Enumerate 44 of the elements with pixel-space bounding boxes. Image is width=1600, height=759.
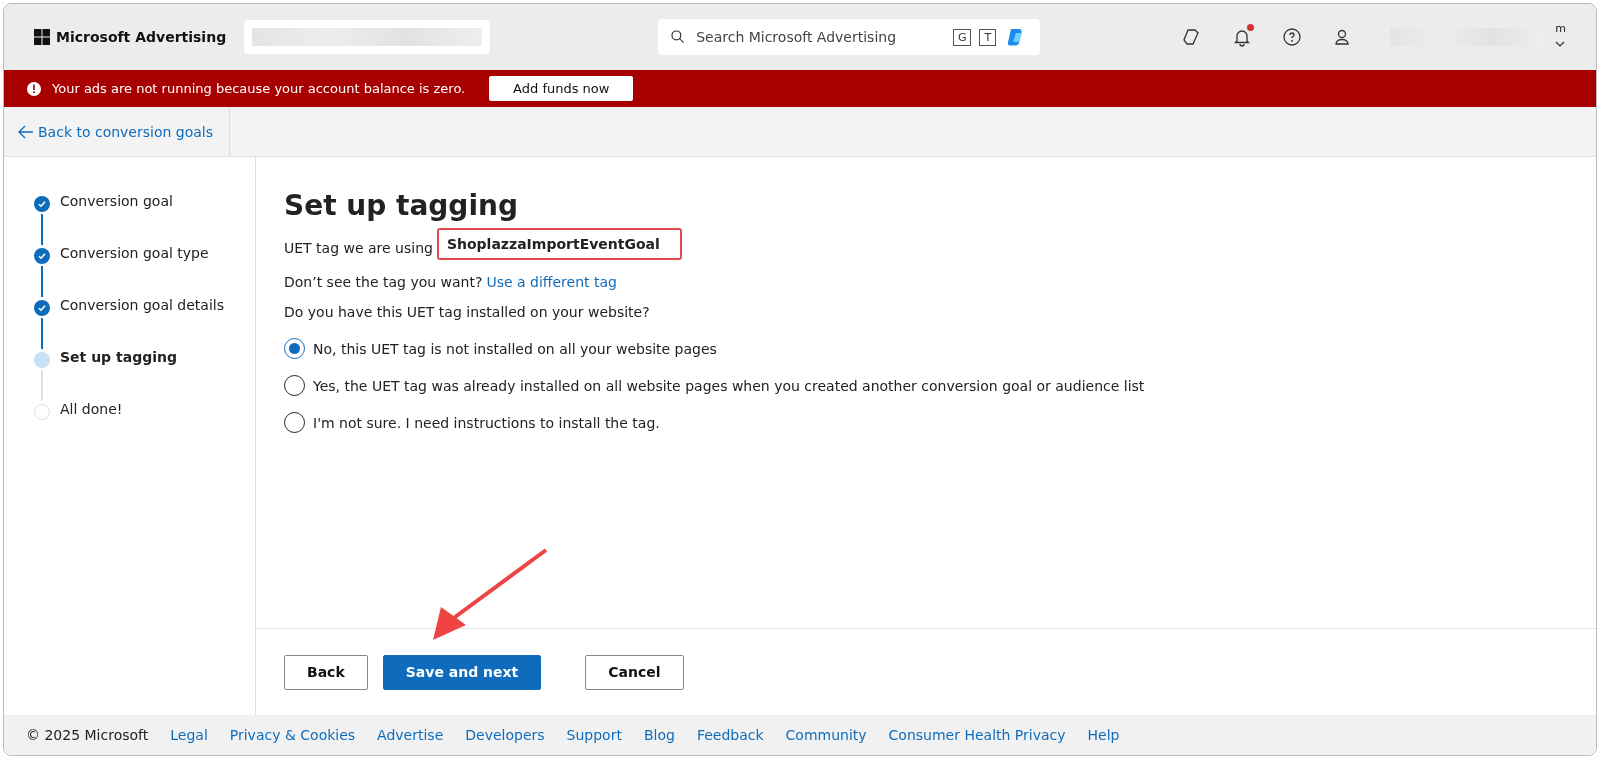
step-label: Set up tagging bbox=[60, 349, 177, 365]
account-initial: m bbox=[1555, 22, 1566, 35]
hint-text: Don’t see the tag you want? bbox=[284, 274, 483, 290]
search-icon bbox=[670, 29, 687, 45]
footer-link[interactable]: Help bbox=[1087, 727, 1120, 743]
notification-bell-icon[interactable] bbox=[1232, 27, 1252, 47]
windows-logo-icon bbox=[34, 29, 50, 45]
add-funds-button[interactable]: Add funds now bbox=[489, 76, 634, 101]
footer-link[interactable]: Feedback bbox=[696, 727, 764, 743]
secondary-button[interactable]: Back bbox=[284, 654, 368, 690]
tag-name: ShoplazzaImportEventGoal bbox=[436, 228, 682, 260]
back-link[interactable]: Back to conversion goals bbox=[4, 107, 231, 156]
brand-logo[interactable]: Microsoft Advertising bbox=[34, 29, 227, 45]
option-label: I'm not sure. I need instructions to install the tag. bbox=[313, 414, 660, 431]
step-label: Conversion goal bbox=[60, 193, 173, 209]
footer-link[interactable]: Privacy & Cookies bbox=[229, 727, 356, 743]
step-label: Conversion goal details bbox=[60, 297, 224, 313]
secondary-button[interactable]: Cancel bbox=[585, 654, 684, 690]
footer-link[interactable]: Legal bbox=[170, 727, 208, 743]
different-tag-link[interactable]: Use a different tag bbox=[486, 274, 617, 290]
shortcut-key: G bbox=[952, 28, 972, 46]
footer-link[interactable]: Developers bbox=[465, 727, 545, 743]
tag-label: UET tag we are using bbox=[284, 240, 433, 256]
back-arrow-icon bbox=[18, 124, 34, 139]
option-label: Yes, the UET tag was already installed on all website pages when you created another conversion goal or audience list bbox=[313, 377, 1145, 394]
step-label: All done! bbox=[60, 401, 123, 417]
page-title: Set up tagging bbox=[284, 189, 519, 222]
copyright-text: © 2025 Microsoft bbox=[26, 727, 149, 743]
search-bar[interactable]: Search Microsoft Advertising G T bbox=[658, 19, 1041, 55]
primary-button[interactable]: Save and next bbox=[382, 654, 542, 690]
question-text: Do you have this UET tag installed on your website? bbox=[284, 304, 650, 320]
shortcut-key: T bbox=[979, 28, 997, 46]
alert-icon bbox=[26, 80, 42, 97]
footer-link[interactable]: Community bbox=[785, 727, 867, 743]
step-label: Conversion goal type bbox=[60, 245, 209, 261]
redacted-account-field[interactable] bbox=[244, 20, 491, 54]
footer-link[interactable]: Advertise bbox=[377, 727, 444, 743]
footer-link[interactable]: Blog bbox=[643, 727, 675, 743]
footer-link[interactable]: Support bbox=[566, 727, 622, 743]
help-icon[interactable] bbox=[1282, 27, 1302, 47]
option-label: No, this UET tag is not installed on all your website pages bbox=[313, 340, 717, 357]
alert-message: Your ads are not running because your account balance is zero. bbox=[52, 81, 466, 96]
person-icon[interactable] bbox=[1332, 27, 1352, 47]
footer-link[interactable]: Consumer Health Privacy bbox=[888, 727, 1066, 743]
